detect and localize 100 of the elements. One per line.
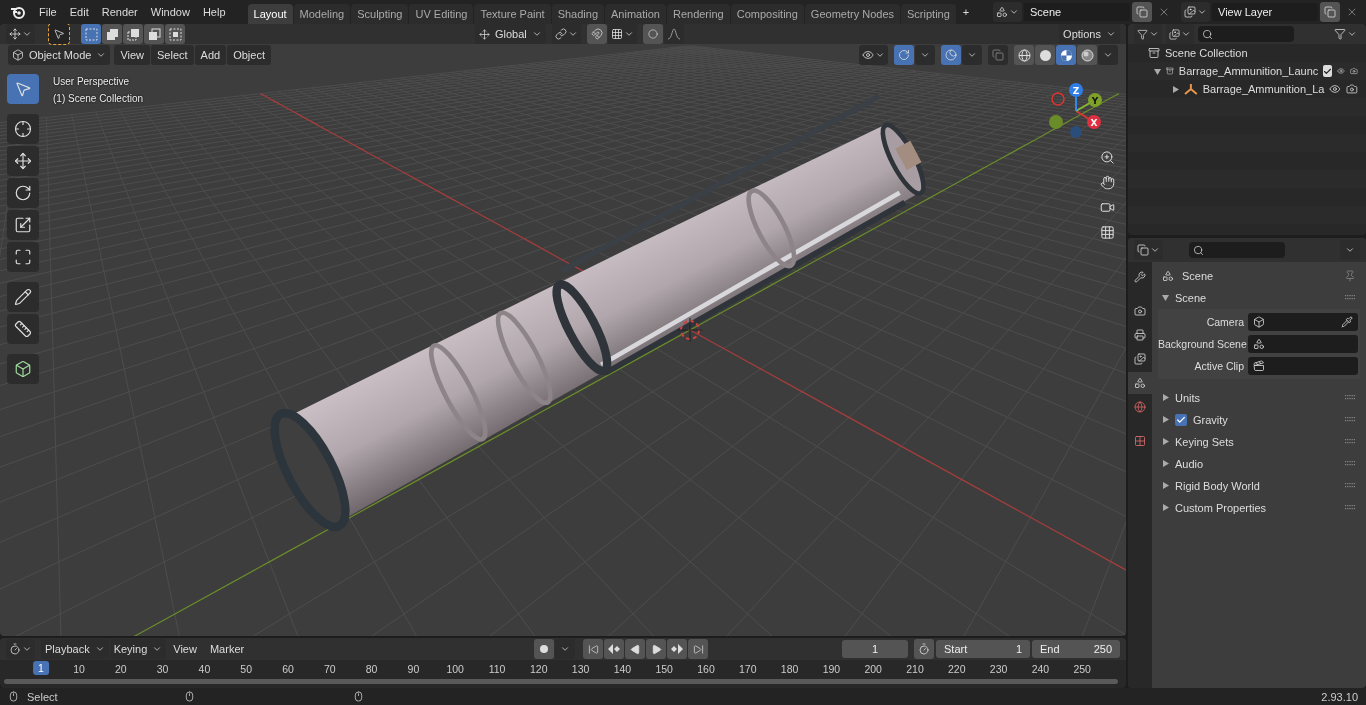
- workspace-tab[interactable]: Animation: [605, 4, 666, 24]
- drag-handle-icon[interactable]: [1345, 439, 1356, 444]
- camera-icon[interactable]: [1350, 65, 1358, 77]
- select-mode-button[interactable]: [165, 24, 185, 44]
- play-reverse-button[interactable]: [625, 639, 646, 659]
- view-layer-selector-button[interactable]: [1181, 2, 1210, 22]
- view-layer-dropdown[interactable]: [1166, 24, 1194, 44]
- tool-button[interactable]: [7, 242, 39, 272]
- viewport-menu[interactable]: View: [114, 45, 151, 65]
- object-field[interactable]: [1248, 313, 1358, 331]
- viewport-menu[interactable]: Object: [227, 45, 271, 65]
- checkbox[interactable]: [1323, 65, 1333, 77]
- drag-handle-icon[interactable]: [1345, 295, 1356, 300]
- jump-start-button[interactable]: [583, 639, 604, 659]
- add-workspace-button[interactable]: +: [956, 2, 976, 22]
- menu-item[interactable]: Edit: [63, 2, 95, 22]
- drag-handle-icon[interactable]: [1345, 395, 1356, 400]
- viewport-menu[interactable]: Select: [151, 45, 194, 65]
- copy-button[interactable]: [1132, 2, 1152, 22]
- disclosure-triangle-icon[interactable]: [1162, 416, 1169, 423]
- select-mode-button[interactable]: [144, 24, 164, 44]
- tool-button[interactable]: [7, 114, 39, 144]
- snap-element-dropdown[interactable]: [607, 24, 637, 44]
- disclosure-triangle-icon[interactable]: [1162, 438, 1169, 445]
- outliner-item[interactable]: Barrage_Ammunition_Launc: [1178, 65, 1319, 77]
- end-frame-field[interactable]: End 250: [1032, 640, 1120, 658]
- workspace-tab[interactable]: Shading: [551, 4, 605, 24]
- falloff-dropdown[interactable]: [663, 24, 684, 44]
- disclosure-triangle-icon[interactable]: [1162, 482, 1169, 489]
- workspace-tab[interactable]: Scripting: [901, 4, 956, 24]
- select-mode-button[interactable]: [81, 24, 101, 44]
- editor-type-button[interactable]: [1134, 240, 1163, 260]
- record-button[interactable]: [534, 639, 555, 659]
- camera-icon[interactable]: [1346, 83, 1358, 95]
- eye-icon[interactable]: [1329, 83, 1342, 95]
- timeline-menu[interactable]: Playback: [41, 639, 109, 659]
- prev-keyframe-button[interactable]: [604, 639, 625, 659]
- overlay-toggle[interactable]: [941, 45, 961, 65]
- viewport-menu[interactable]: Add: [194, 45, 227, 65]
- drag-handle-icon[interactable]: [1345, 505, 1356, 510]
- current-frame-marker[interactable]: 1: [33, 661, 49, 675]
- timeline-menu[interactable]: Marker: [203, 639, 251, 659]
- workspace-tab[interactable]: Geometry Nodes: [804, 4, 900, 24]
- gizmo-toggle[interactable]: [894, 45, 914, 65]
- shading-button[interactable]: [1035, 45, 1055, 65]
- menu-item[interactable]: Help: [196, 2, 232, 22]
- jump-end-button[interactable]: [688, 639, 709, 659]
- shading-button[interactable]: [1077, 45, 1097, 65]
- tool-button[interactable]: [7, 210, 39, 240]
- drag-handle-icon[interactable]: [1345, 461, 1356, 466]
- timeline-menu[interactable]: Keying: [109, 639, 167, 659]
- shading-button[interactable]: [1014, 45, 1034, 65]
- proportional-toggle[interactable]: [642, 24, 663, 44]
- disclosure-triangle-icon[interactable]: [1162, 460, 1169, 467]
- drag-handle-icon[interactable]: [1345, 417, 1356, 422]
- select-mode-button[interactable]: [102, 24, 122, 44]
- tool-button[interactable]: [7, 178, 39, 208]
- workspace-tab[interactable]: Texture Paint: [474, 4, 551, 24]
- display-mode-dropdown[interactable]: [1134, 24, 1162, 44]
- workspace-tab[interactable]: Modeling: [293, 4, 351, 24]
- search-field[interactable]: [1189, 242, 1285, 258]
- menu-item[interactable]: File: [33, 2, 63, 22]
- 3d-cursor-drawing[interactable]: [677, 317, 703, 343]
- mode-dropdown[interactable]: Object Mode: [8, 45, 111, 65]
- preview-range-toggle[interactable]: [914, 639, 934, 659]
- scrollbar[interactable]: [4, 679, 1118, 684]
- tool-button[interactable]: [7, 282, 39, 312]
- scene-selector-button[interactable]: [993, 2, 1022, 22]
- snap-toggle[interactable]: [586, 24, 607, 44]
- visibility-dropdown[interactable]: [859, 45, 888, 65]
- active-tool-button[interactable]: [49, 24, 69, 44]
- workspace-tab[interactable]: Compositing: [730, 4, 804, 24]
- menu-item[interactable]: Window: [144, 2, 196, 22]
- shading-button[interactable]: [1056, 45, 1076, 65]
- pivot-dropdown[interactable]: [551, 24, 581, 44]
- checkbox[interactable]: [1175, 413, 1187, 426]
- disclosure-triangle-icon[interactable]: [1162, 394, 1169, 401]
- menu-item[interactable]: Render: [95, 2, 144, 22]
- view-layer-field[interactable]: View Layer: [1212, 3, 1318, 21]
- options-dropdown[interactable]: Options: [1059, 24, 1120, 44]
- scene-field[interactable]: Scene: [1024, 3, 1130, 21]
- workspace-tab[interactable]: UV Editing: [409, 4, 474, 24]
- disclosure-triangle-icon[interactable]: [1162, 504, 1169, 511]
- drag-handle-icon[interactable]: [1345, 483, 1356, 488]
- app-logo[interactable]: [10, 4, 26, 20]
- pin-icon[interactable]: [1344, 270, 1356, 282]
- axis-gizmo-drawing[interactable]: [1049, 83, 1102, 138]
- object-field[interactable]: [1248, 357, 1358, 375]
- copy-button[interactable]: [1320, 2, 1340, 22]
- disclosure-triangle-icon[interactable]: [1154, 67, 1161, 75]
- tool-button[interactable]: [7, 314, 39, 344]
- disclosure-triangle-icon[interactable]: [1162, 294, 1169, 301]
- tool-button[interactable]: [7, 146, 39, 176]
- object-field[interactable]: [1248, 335, 1358, 353]
- play-button[interactable]: [646, 639, 667, 659]
- workspace-tab[interactable]: Layout: [247, 4, 293, 24]
- tool-button[interactable]: [7, 354, 39, 384]
- outliner-item[interactable]: Barrage_Ammunition_La: [1202, 83, 1325, 95]
- timeline-menu[interactable]: View: [167, 639, 203, 659]
- select-mode-button[interactable]: [123, 24, 143, 44]
